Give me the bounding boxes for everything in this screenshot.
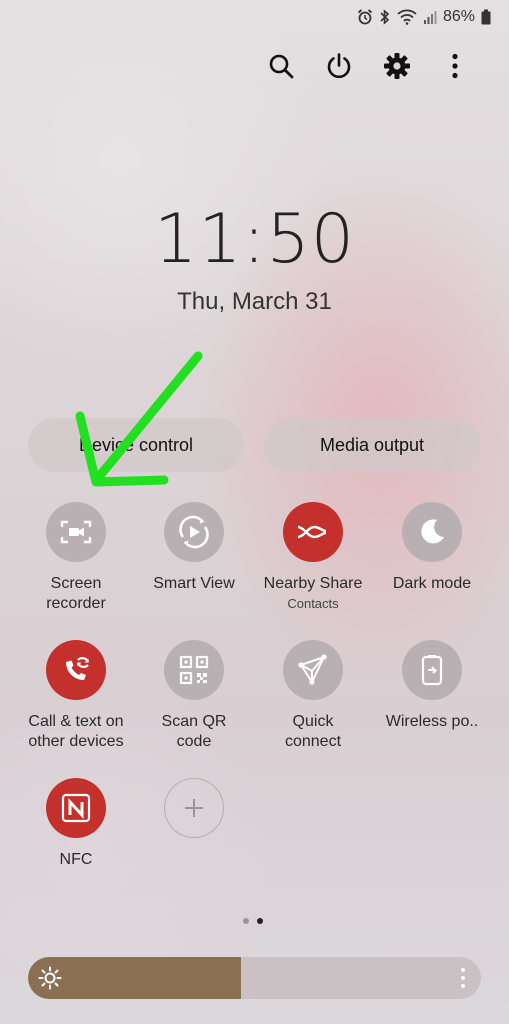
signal-icon: [423, 11, 437, 24]
tile-label: Scan QR code: [161, 713, 227, 750]
clock-date: Thu, March 31: [177, 288, 332, 315]
call-sync-icon: [66, 657, 90, 680]
device-control-button[interactable]: Device control: [28, 418, 244, 472]
tile-call-text-other-devices[interactable]: Call & text on other devices: [17, 640, 135, 752]
dark-mode-toggle[interactable]: [402, 502, 462, 562]
pager-dot[interactable]: [243, 918, 249, 924]
clock-time: 11:50: [154, 200, 355, 279]
tile-quick-connect[interactable]: Quick connect: [254, 640, 372, 752]
tile-smart-view[interactable]: Smart View: [135, 502, 253, 594]
scan-qr-toggle[interactable]: [164, 640, 224, 700]
brightness-slider[interactable]: [28, 957, 481, 999]
quick-connect-icon: [298, 654, 327, 685]
more-options-button[interactable]: [441, 48, 469, 84]
tile-label: Quick connect: [284, 713, 342, 750]
top-actions: [267, 48, 469, 84]
quick-connect-toggle[interactable]: [283, 640, 343, 700]
tile-label: Smart View: [153, 575, 235, 592]
alarm-icon: [357, 9, 373, 25]
nearby-share-icon: [297, 525, 327, 539]
status-bar: 86%: [357, 6, 491, 28]
tile-label: Screen recorder: [46, 575, 106, 612]
screen-recorder-toggle[interactable]: [46, 502, 106, 562]
brightness-more-icon[interactable]: [459, 967, 467, 989]
tile-label: Call & text on other devices: [28, 713, 124, 750]
power-icon: [327, 53, 351, 79]
tile-dark-mode[interactable]: Dark mode: [373, 502, 491, 594]
tile-add[interactable]: [135, 778, 253, 838]
nfc-icon: [61, 793, 91, 823]
wireless-power-toggle[interactable]: [402, 640, 462, 700]
tile-nfc[interactable]: NFC: [17, 778, 135, 870]
search-button[interactable]: [267, 48, 295, 84]
tile-label: Wireless po..: [385, 713, 479, 730]
nfc-toggle[interactable]: [46, 778, 106, 838]
wifi-icon: [397, 9, 417, 25]
battery-percent: 86%: [442, 8, 475, 25]
tile-sublabel: Contacts: [287, 596, 339, 611]
nearby-share-toggle[interactable]: [283, 502, 343, 562]
search-icon: [269, 54, 294, 79]
gear-icon: [384, 53, 410, 79]
tile-screen-recorder[interactable]: Screen recorder: [17, 502, 135, 614]
pager-dots: [243, 918, 263, 924]
settings-button[interactable]: [383, 48, 411, 84]
sun-icon: [38, 966, 62, 990]
smart-view-toggle[interactable]: [164, 502, 224, 562]
more-vertical-icon: [452, 53, 458, 79]
add-tile-button[interactable]: [164, 778, 224, 838]
battery-icon: [481, 9, 491, 25]
bluetooth-icon: [380, 9, 390, 25]
call-text-toggle[interactable]: [46, 640, 106, 700]
wireless-power-icon: [421, 655, 443, 686]
qr-code-icon: [179, 655, 209, 685]
tile-nearby-share[interactable]: Nearby Share Contacts: [254, 502, 372, 611]
plus-icon: [185, 799, 203, 817]
tile-wireless-power-share[interactable]: Wireless po..: [373, 640, 491, 732]
screen-recorder-icon: [60, 520, 92, 544]
pager-dot-active[interactable]: [257, 918, 263, 924]
media-output-label: Media output: [319, 434, 425, 455]
tile-label: Nearby Share: [263, 575, 363, 592]
tile-label: Dark mode: [392, 575, 472, 592]
media-output-button[interactable]: Media output: [264, 418, 480, 472]
power-button[interactable]: [325, 48, 353, 84]
moon-icon: [421, 519, 444, 544]
smart-view-icon: [179, 515, 209, 549]
tile-scan-qr-code[interactable]: Scan QR code: [135, 640, 253, 752]
tile-label: NFC: [59, 851, 93, 868]
device-control-label: Device control: [78, 434, 194, 455]
